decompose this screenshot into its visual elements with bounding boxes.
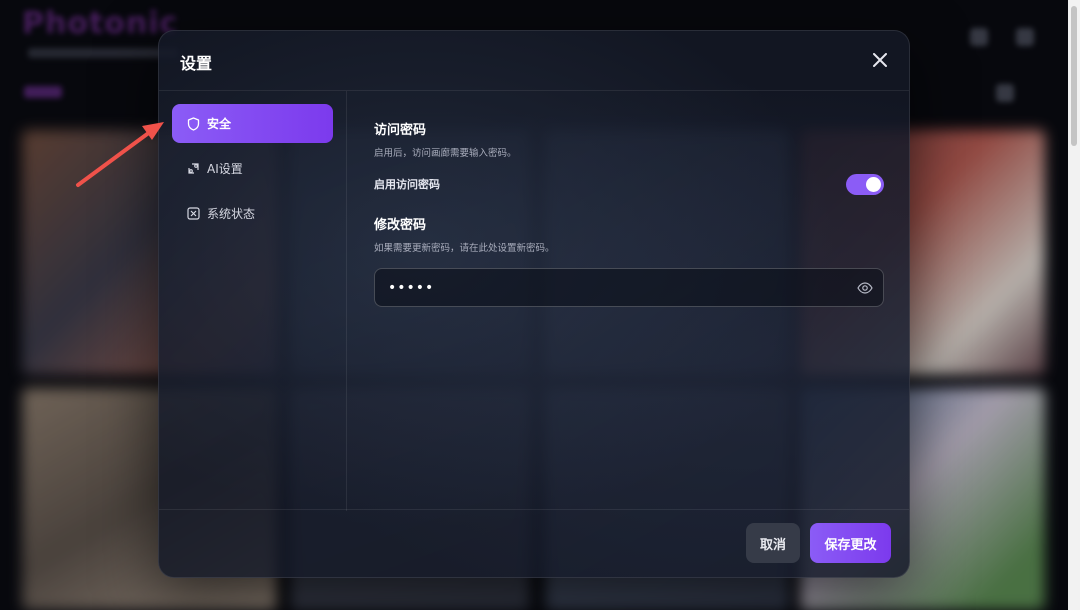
close-icon — [873, 53, 887, 67]
settings-modal: 设置 安全 AI设置 系统状态 访问密码 启用后，访问画廊需要输入密码。 启用访… — [158, 30, 910, 578]
toggle-label: 启用访问密码 — [374, 178, 440, 191]
save-changes-button[interactable]: 保存更改 — [810, 523, 891, 563]
sidebar-item-label: 系统状态 — [207, 207, 256, 221]
modal-header: 设置 — [159, 31, 909, 91]
settings-content: 访问密码 启用后，访问画廊需要输入密码。 启用访问密码 修改密码 如果需要更新密… — [374, 119, 884, 307]
page-scrollbar[interactable] — [1068, 0, 1080, 610]
sidebar-item-system-status[interactable]: 系统状态 — [172, 194, 333, 233]
background-logo: Photonic — [22, 6, 179, 41]
enable-password-row: 启用访问密码 — [374, 173, 884, 195]
enable-password-toggle[interactable] — [846, 173, 884, 195]
background-toolbar-icon — [996, 84, 1014, 102]
toggle-knob — [866, 176, 881, 192]
shield-icon — [186, 116, 200, 131]
password-input[interactable] — [388, 269, 828, 306]
background-tab — [24, 86, 62, 98]
section-title: 访问密码 — [374, 123, 427, 138]
password-field — [374, 268, 884, 307]
background-toolbar-icon — [1016, 28, 1034, 46]
close-button[interactable] — [869, 49, 891, 71]
change-password-section: 修改密码 如果需要更新密码，请在此处设置新密码。 — [374, 214, 884, 307]
modal-footer: 取消 保存更改 — [159, 509, 909, 577]
sidebar-item-ai-settings[interactable]: AI设置 — [172, 149, 333, 188]
background-subtitle — [28, 48, 178, 58]
background-toolbar-icon — [970, 28, 988, 46]
modal-title: 设置 — [180, 54, 213, 73]
annotation-arrow-icon — [76, 122, 164, 187]
eye-icon[interactable] — [857, 280, 873, 296]
access-password-section: 访问密码 启用后，访问画廊需要输入密码。 启用访问密码 — [374, 119, 884, 195]
ai-settings-icon — [186, 162, 200, 176]
system-status-icon — [186, 207, 200, 221]
sidebar-item-label: AI设置 — [207, 162, 243, 176]
cancel-button[interactable]: 取消 — [746, 523, 800, 563]
page-scrollbar-thumb[interactable] — [1071, 6, 1077, 146]
sidebar-item-label: 安全 — [207, 117, 232, 131]
section-description: 启用后，访问画廊需要输入密码。 — [374, 148, 517, 159]
section-title: 修改密码 — [374, 218, 427, 233]
settings-sidebar: 安全 AI设置 系统状态 — [159, 91, 347, 511]
sidebar-item-security[interactable]: 安全 — [172, 104, 333, 143]
section-description: 如果需要更新密码，请在此处设置新密码。 — [374, 243, 555, 254]
